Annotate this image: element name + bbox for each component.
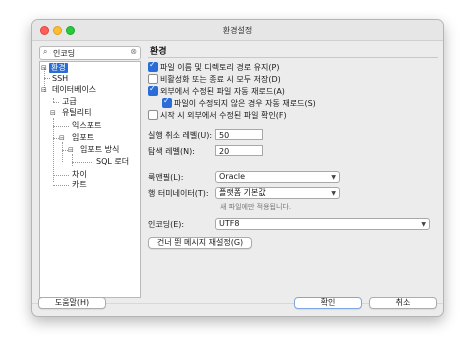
save-on-deactivate-label: 비활성화 또는 종료 시 모두 저장(D) [160,75,281,84]
tree-item-import-method[interactable]: 임포트 방식 [80,145,119,155]
tree-item-database[interactable]: 데이터베이스 [52,85,96,95]
search-input[interactable]: ⌕ 인코딩 ⊗ [39,46,141,60]
tree-item-ssh[interactable]: SSH [52,74,68,84]
look-and-feel-select[interactable]: Oracle ▼ [215,171,340,183]
auto-reload-label: 외부에서 수정된 파일 자동 재로드(A) [160,87,285,96]
tree-item-cart[interactable]: 카트 [72,180,87,190]
look-and-feel-label: 룩앤필(L): [148,173,184,182]
keep-file-paths-label: 파일 이름 및 디렉토리 경로 유지(P) [160,63,280,72]
collapse-icon[interactable]: ⊟ [59,133,65,143]
encoding-label: 인코딩(E): [148,220,185,229]
auto-reload-unmodified-checkbox[interactable] [162,96,172,108]
nav-level-input[interactable]: 20 [215,145,263,156]
nav-level-label: 탐색 레벨(N): [148,147,195,156]
save-on-deactivate-checkbox[interactable] [148,74,158,84]
line-terminator-label: 행 터미네이터(T): [148,189,209,198]
check-on-startup-label: 시작 시 외부에서 수정된 파일 확인(F) [160,111,287,120]
heading-divider [148,57,438,58]
clear-search-icon[interactable]: ⊗ [130,47,137,56]
tree-item-export[interactable]: 익스포트 [72,121,101,131]
undo-level-input[interactable]: 50 [215,129,263,140]
help-button[interactable]: 도움말(H) [38,297,106,309]
collapse-icon[interactable]: ⊟ [41,63,47,73]
ok-button[interactable]: 확인 [294,297,362,309]
dropdown-arrow-icon: ▼ [331,174,336,181]
collapse-icon[interactable]: ⊟ [41,85,47,95]
encoding-select[interactable]: UTF8 ▼ [215,218,430,230]
auto-reload-checkbox[interactable] [148,84,158,96]
reset-skipped-messages-button[interactable]: 건너 뛴 메시지 재설정(G) [148,237,252,249]
collapse-icon[interactable]: ⊟ [68,145,74,155]
tree-item-environment[interactable]: 환경 [49,63,68,73]
preferences-dialog: 환경설정 ⌕ 인코딩 ⊗ ⊟ 환경 SSH ⊟ 데이터베이스 고급 ⊟ 유틸리티… [31,19,444,317]
line-terminator-select[interactable]: 플랫폼 기본값 ▼ [215,187,340,199]
title-bar: 환경설정 [32,20,443,41]
check-on-startup-checkbox[interactable] [148,110,158,120]
line-terminator-note: 새 파일에만 적용됩니다. [220,203,292,211]
tree-item-diff[interactable]: 차이 [72,170,87,180]
tree-item-import[interactable]: 임포트 [72,133,94,143]
tree-item-utilities[interactable]: 유틸리티 [62,108,91,118]
tree-item-sql-loader[interactable]: SQL 로더 [96,157,129,167]
cancel-button[interactable]: 취소 [369,297,437,309]
search-icon: ⌕ [43,47,48,56]
panel-heading: 환경 [150,47,167,57]
dropdown-arrow-icon: ▼ [421,221,426,228]
window-title: 환경설정 [222,26,253,35]
look-and-feel-value: Oracle [219,172,246,181]
undo-level-label: 실행 취소 레벨(U): [148,131,213,140]
line-terminator-value: 플랫폼 기본값 [219,188,266,197]
auto-reload-unmodified-label: 파일이 수정되지 않은 경우 자동 재로드(S) [174,99,316,108]
dropdown-arrow-icon: ▼ [331,190,336,197]
tree-item-advanced[interactable]: 고급 [62,97,77,107]
encoding-value: UTF8 [219,219,240,228]
collapse-icon[interactable]: ⊟ [50,108,56,118]
search-value[interactable]: 인코딩 [53,48,75,59]
category-tree[interactable]: ⊟ 환경 SSH ⊟ 데이터베이스 고급 ⊟ 유틸리티 익스포트 ⊟ 임포트 ⊟… [39,61,141,298]
keep-file-paths-checkbox[interactable] [148,60,158,72]
